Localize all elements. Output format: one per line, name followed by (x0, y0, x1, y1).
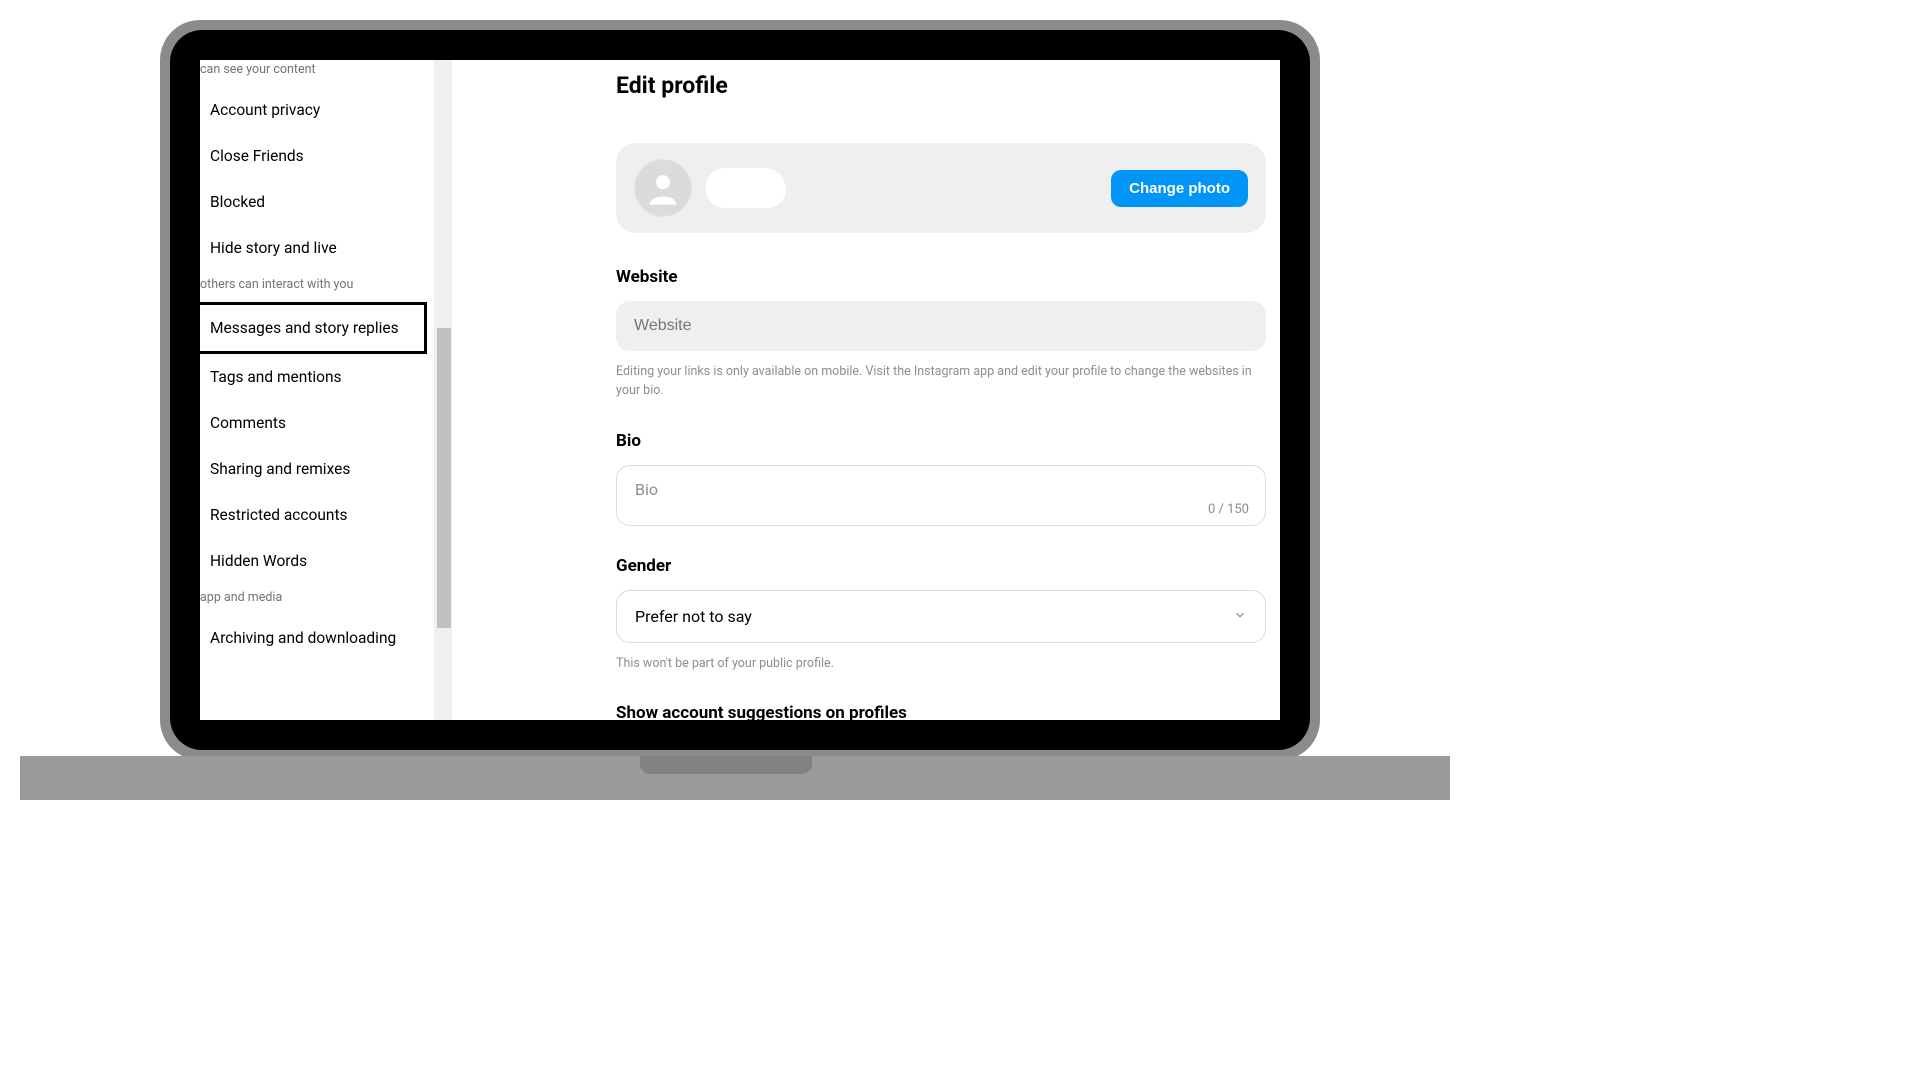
laptop-notch (640, 756, 812, 774)
section-header-interact: others can interact with you (200, 271, 452, 302)
sidebar-item-restricted-accounts[interactable]: Restricted accounts (200, 492, 452, 538)
screen: can see your content Account privacy Clo… (200, 60, 1280, 720)
gender-value: Prefer not to say (635, 607, 752, 626)
suggestions-label: Show account suggestions on profiles (616, 703, 1266, 720)
section-header-content: can see your content (200, 60, 452, 87)
sidebar-item-account-privacy[interactable]: Account privacy (200, 87, 452, 133)
sidebar-item-close-friends[interactable]: Close Friends (200, 133, 452, 179)
change-photo-button[interactable]: Change photo (1111, 170, 1248, 207)
sidebar-item-sharing-remixes[interactable]: Sharing and remixes (200, 446, 452, 492)
settings-sidebar: can see your content Account privacy Clo… (200, 60, 452, 720)
sidebar-item-blocked[interactable]: Blocked (200, 179, 452, 225)
sidebar-item-messages-story-replies[interactable]: Messages and story replies (200, 302, 427, 354)
profile-card: Change photo (616, 143, 1266, 233)
page-title: Edit profile (616, 72, 1266, 99)
bio-input[interactable]: Bio 0 / 150 (616, 465, 1266, 526)
sidebar-item-archiving-downloading[interactable]: Archiving and downloading (200, 615, 452, 661)
bio-placeholder: Bio (635, 480, 1247, 499)
section-header-app-media: app and media (200, 584, 452, 615)
laptop-bezel: can see your content Account privacy Clo… (170, 30, 1310, 750)
sidebar-item-comments[interactable]: Comments (200, 400, 452, 446)
laptop-frame: can see your content Account privacy Clo… (160, 20, 1320, 760)
main-content: Edit profile Change photo Website (452, 60, 1280, 720)
bio-counter: 0 / 150 (1208, 502, 1249, 517)
chevron-down-icon (1233, 607, 1247, 626)
sidebar-item-hide-story[interactable]: Hide story and live (200, 225, 452, 271)
gender-select[interactable]: Prefer not to say (616, 590, 1266, 643)
avatar (634, 159, 692, 217)
website-label: Website (616, 267, 1266, 287)
profile-left (634, 159, 786, 217)
person-icon (643, 168, 683, 208)
gender-label: Gender (616, 556, 1266, 576)
sidebar-item-hidden-words[interactable]: Hidden Words (200, 538, 452, 584)
username-redacted (706, 168, 786, 208)
sidebar-item-tags-mentions[interactable]: Tags and mentions (200, 354, 452, 400)
website-helper: Editing your links is only available on … (616, 363, 1266, 401)
gender-helper: This won't be part of your public profil… (616, 655, 1266, 674)
bio-label: Bio (616, 431, 1266, 451)
website-input[interactable] (616, 301, 1266, 351)
